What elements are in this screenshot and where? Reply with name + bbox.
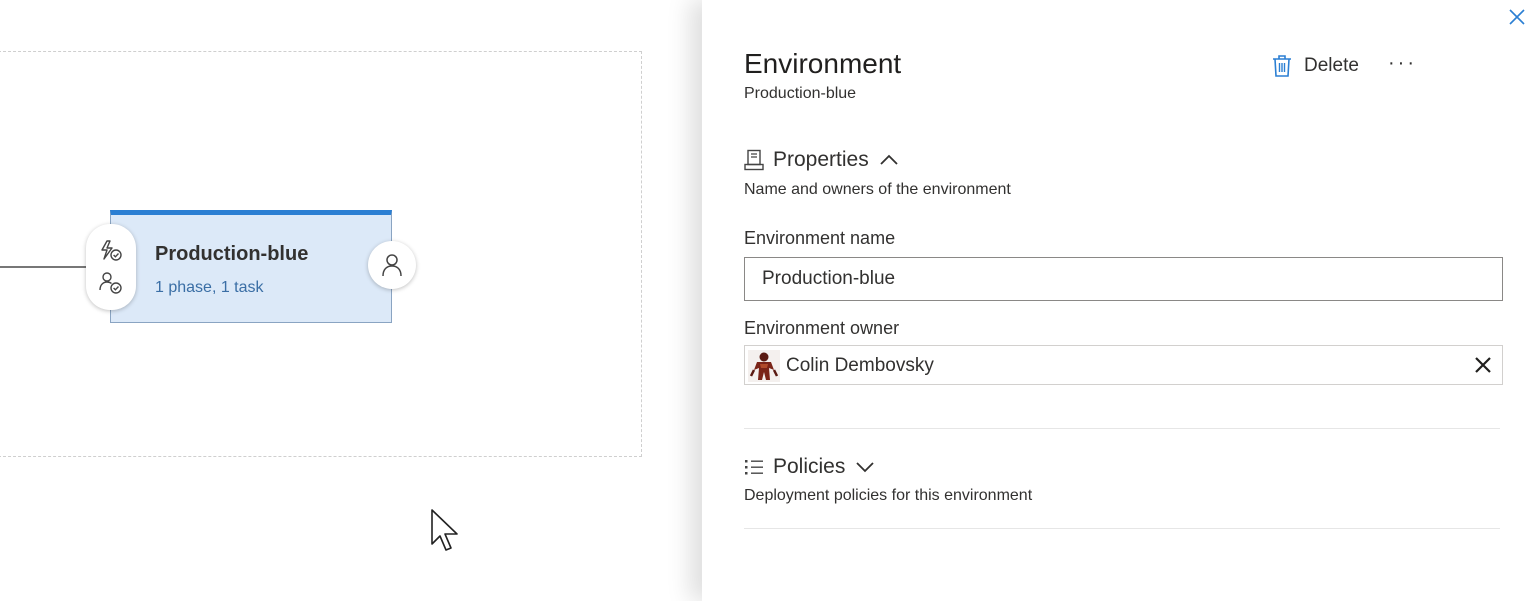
post-deployment-approvers-button[interactable] [368, 241, 416, 289]
owner-name: Colin Dembovsky [786, 355, 934, 376]
environment-owner-label: Environment owner [744, 318, 900, 338]
panel-subtitle: Production-blue [744, 85, 857, 102]
pipeline-canvas: Production-blue 1 phase, 1 task [0, 0, 702, 601]
server-icon [744, 149, 764, 171]
panel-title: Environment [744, 48, 902, 79]
policies-section-header[interactable]: Policies [744, 455, 875, 479]
close-icon[interactable] [1507, 7, 1527, 27]
section-divider [744, 528, 1500, 529]
delete-label: Delete [1304, 55, 1359, 76]
person-icon [382, 254, 402, 277]
section-divider [744, 428, 1500, 429]
environment-panel: Environment Production-blue Delete ··· P… [702, 0, 1531, 601]
properties-title: Properties [773, 148, 869, 171]
delete-button[interactable]: Delete [1272, 52, 1359, 80]
environment-card-tasks-link[interactable]: 1 phase, 1 task [155, 279, 264, 297]
environment-name-input[interactable] [744, 257, 1503, 301]
pre-deployment-conditions [86, 224, 136, 310]
environment-owner-picker[interactable]: Colin Dembovsky [744, 345, 1503, 385]
policies-description: Deployment policies for this environment [744, 487, 1033, 504]
chevron-down-icon [856, 462, 875, 473]
properties-section-header[interactable]: Properties [744, 148, 899, 172]
environment-name-label: Environment name [744, 228, 896, 248]
avatar [748, 350, 780, 382]
trash-icon [1273, 55, 1291, 77]
environment-card-title[interactable]: Production-blue [155, 243, 308, 266]
artifact-connector-line [0, 266, 100, 268]
list-icon [745, 460, 763, 475]
person-check-icon[interactable] [98, 270, 124, 296]
more-actions-button[interactable]: ··· [1388, 52, 1417, 75]
close-icon[interactable] [1474, 356, 1492, 374]
chevron-up-icon [880, 154, 898, 165]
properties-description: Name and owners of the environment [744, 181, 1011, 198]
lightning-check-icon[interactable] [98, 238, 124, 264]
environment-card[interactable]: Production-blue 1 phase, 1 task [110, 210, 392, 323]
policies-title: Policies [773, 455, 846, 478]
mouse-cursor [430, 508, 462, 559]
